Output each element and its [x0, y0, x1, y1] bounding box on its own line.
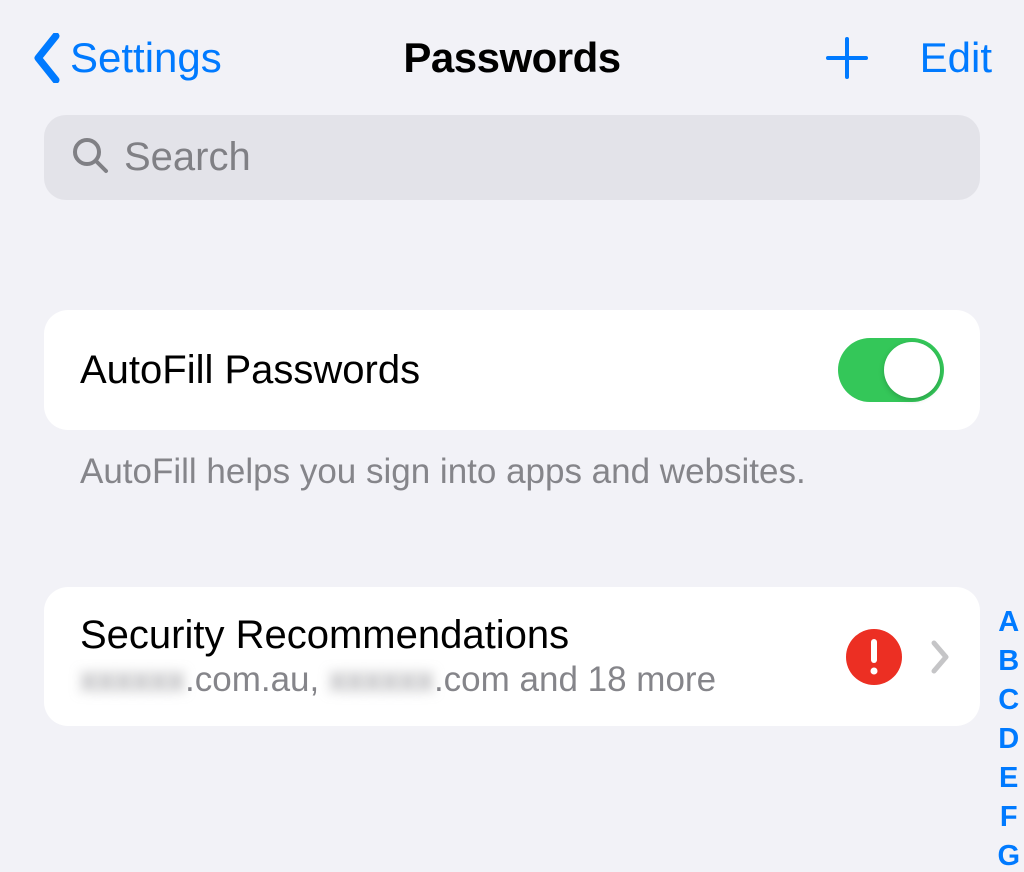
back-button[interactable]: Settings — [32, 33, 222, 83]
security-card: Security Recommendations xxxxxx.com.au, … — [44, 587, 980, 726]
navigation-bar: Settings Passwords Edit — [0, 0, 1024, 115]
chevron-right-icon — [920, 639, 960, 675]
security-recommendations-row[interactable]: Security Recommendations xxxxxx.com.au, … — [44, 587, 980, 726]
search-input[interactable] — [124, 135, 954, 180]
toggle-knob — [884, 342, 940, 398]
chevron-left-icon — [32, 33, 62, 83]
index-letter-d[interactable]: D — [998, 725, 1019, 754]
autofill-footer: AutoFill helps you sign into apps and we… — [44, 430, 980, 492]
edit-button[interactable]: Edit — [920, 34, 992, 82]
back-label: Settings — [70, 34, 222, 82]
autofill-card: AutoFill Passwords — [44, 310, 980, 430]
index-letter-f[interactable]: F — [1000, 803, 1018, 832]
security-subtitle: xxxxxx.com.au, xxxxxx.com and 18 more — [80, 660, 828, 700]
autofill-toggle[interactable] — [838, 338, 944, 402]
page-title: Passwords — [403, 34, 620, 82]
index-letter-g[interactable]: G — [997, 842, 1020, 871]
index-letter-a[interactable]: A — [998, 608, 1019, 637]
blurred-domain-1: xxxxxx — [80, 660, 185, 700]
alphabet-index[interactable]: ABCDEFG — [997, 608, 1020, 871]
search-icon — [70, 135, 110, 180]
search-bar[interactable] — [44, 115, 980, 200]
index-letter-c[interactable]: C — [998, 686, 1019, 715]
index-letter-e[interactable]: E — [999, 764, 1018, 793]
add-button[interactable] — [824, 35, 870, 81]
autofill-label: AutoFill Passwords — [80, 348, 420, 393]
security-title: Security Recommendations — [80, 613, 828, 658]
autofill-row: AutoFill Passwords — [44, 310, 980, 430]
index-letter-b[interactable]: B — [998, 647, 1019, 676]
blurred-domain-2: xxxxxx — [329, 660, 434, 700]
alert-icon — [846, 629, 902, 685]
